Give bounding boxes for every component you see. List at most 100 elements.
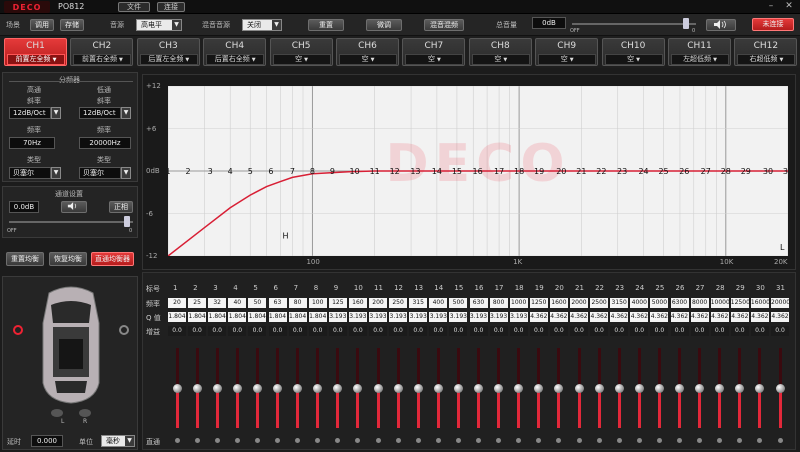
band-freq-input[interactable]: 4000 <box>630 298 649 308</box>
band-q-input[interactable]: 1.804 <box>168 312 186 322</box>
band-fader-knob[interactable] <box>574 383 584 393</box>
band-freq-input[interactable]: 32 <box>208 298 227 308</box>
lp-freq-input[interactable]: 20000Hz <box>79 137 131 149</box>
band-bypass-toggle[interactable] <box>234 438 240 443</box>
bypass-eq-button[interactable]: 直通均衡器 <box>91 252 134 266</box>
band-marker[interactable]: 26 <box>679 167 689 176</box>
band-marker[interactable]: 19 <box>534 167 544 176</box>
band-marker[interactable]: 3 <box>208 167 213 176</box>
band-fader-knob[interactable] <box>192 383 202 393</box>
band-fader-knob[interactable] <box>675 383 684 393</box>
close-button[interactable]: ✕ <box>782 1 796 13</box>
channel-assign-select[interactable]: 空 ▼ <box>272 54 331 65</box>
mute-button[interactable] <box>706 19 736 31</box>
connection-status-button[interactable]: 未连接 <box>752 18 794 31</box>
band-gain-input[interactable]: 0.0 <box>429 326 448 336</box>
minimize-button[interactable]: – <box>764 1 778 13</box>
band-q-input[interactable]: 3.193 <box>369 312 387 322</box>
channel-assign-select[interactable]: 空 ▼ <box>471 54 530 65</box>
band-fader-knob[interactable] <box>293 383 303 393</box>
channel-assign-select[interactable]: 空 ▼ <box>405 54 464 65</box>
eq-response-plot[interactable]: DECO123456789101112131415161718192021222… <box>168 86 788 256</box>
band-gain-input[interactable]: 0.0 <box>509 326 528 336</box>
subwoofer-right-icon[interactable] <box>79 409 91 417</box>
band-freq-input[interactable]: 400 <box>429 298 448 308</box>
band-freq-input[interactable]: 630 <box>469 298 488 308</box>
band-freq-input[interactable]: 16000 <box>750 298 770 308</box>
band-freq-input[interactable]: 5000 <box>650 298 669 308</box>
channel-tab-7[interactable]: CH7 空 ▼ <box>402 38 466 66</box>
band-fader-knob[interactable] <box>353 383 363 393</box>
band-q-input[interactable]: 1.804 <box>248 312 267 322</box>
band-fader-knob[interactable] <box>333 383 343 393</box>
band-q-input[interactable]: 1.804 <box>308 312 327 322</box>
band-gain-input[interactable]: 0.0 <box>469 326 488 336</box>
chevron-down-icon[interactable]: ▼ <box>121 167 131 179</box>
band-q-input[interactable]: 4.362 <box>650 312 669 322</box>
band-fader-knob[interactable] <box>232 383 242 393</box>
band-marker[interactable]: 5 <box>248 167 253 176</box>
band-bypass-toggle[interactable] <box>656 438 662 443</box>
save-button[interactable]: 存储 <box>60 19 84 31</box>
band-bypass-toggle[interactable] <box>174 438 180 443</box>
band-fader-knob[interactable] <box>433 383 443 393</box>
channel-tab-3[interactable]: CH3 后置左全频 ▼ <box>136 38 200 66</box>
total-volume-value[interactable]: 0dB <box>532 17 566 29</box>
band-fader-knob[interactable] <box>273 383 282 393</box>
band-fader-knob[interactable] <box>534 383 544 393</box>
band-marker[interactable]: 2 <box>185 167 190 176</box>
band-freq-input[interactable]: 1250 <box>529 298 548 308</box>
band-gain-input[interactable]: 0.0 <box>610 326 629 336</box>
band-q-input[interactable]: 4.362 <box>771 312 789 322</box>
chevron-down-icon[interactable]: ▼ <box>121 107 131 119</box>
band-q-input[interactable]: 4.362 <box>549 312 568 322</box>
band-fader-knob[interactable] <box>634 383 644 393</box>
band-freq-input[interactable]: 100 <box>308 298 327 308</box>
channel-assign-select[interactable]: 后置左全频 ▼ <box>139 54 198 65</box>
band-q-input[interactable]: 3.193 <box>348 312 367 322</box>
band-freq-input[interactable]: 80 <box>288 298 307 308</box>
channel-tab-8[interactable]: CH8 空 ▼ <box>468 38 532 66</box>
source-select[interactable]: 高电平 ▼ <box>136 19 182 31</box>
channel-assign-select[interactable]: 空 ▼ <box>339 54 397 65</box>
band-freq-input[interactable]: 1600 <box>549 298 568 308</box>
band-q-input[interactable]: 1.804 <box>288 312 307 322</box>
band-freq-input[interactable]: 1000 <box>509 298 528 308</box>
band-q-input[interactable]: 4.362 <box>730 312 749 322</box>
band-marker[interactable]: 23 <box>617 167 627 176</box>
band-q-input[interactable]: 3.193 <box>409 312 428 322</box>
band-freq-input[interactable]: 200 <box>369 298 387 308</box>
band-gain-input[interactable]: 0.0 <box>188 326 207 336</box>
volume-slider-track[interactable] <box>572 23 696 25</box>
hp-type-select[interactable]: 贝塞尔 <box>9 167 51 179</box>
band-q-input[interactable]: 3.193 <box>328 312 347 322</box>
band-freq-input[interactable]: 10000 <box>710 298 730 308</box>
band-gain-input[interactable]: 0.0 <box>228 326 247 336</box>
band-marker[interactable]: 4 <box>228 167 233 176</box>
band-q-input[interactable]: 4.362 <box>590 312 609 322</box>
channel-level-track[interactable] <box>9 221 133 223</box>
band-q-input[interactable]: 4.362 <box>570 312 588 322</box>
band-fader-knob[interactable] <box>755 383 765 393</box>
band-freq-input[interactable]: 125 <box>328 298 347 308</box>
speaker-front-left-icon[interactable] <box>13 325 23 335</box>
band-gain-input[interactable]: 0.0 <box>710 326 729 336</box>
channel-tab-11[interactable]: CH11 左超低频 ▼ <box>668 38 731 66</box>
band-bypass-toggle[interactable] <box>476 438 481 443</box>
band-bypass-toggle[interactable] <box>194 438 200 443</box>
band-gain-input[interactable]: 0.0 <box>308 326 327 336</box>
lp-type-select[interactable]: 贝塞尔 <box>79 167 121 179</box>
channel-gain-value[interactable]: 0.0dB <box>9 201 39 213</box>
band-q-input[interactable]: 4.362 <box>750 312 769 322</box>
band-fader-knob[interactable] <box>554 383 564 393</box>
lp-slope-select[interactable]: 12dB/Oct <box>79 107 121 119</box>
channel-assign-select[interactable]: 空 ▼ <box>604 54 663 65</box>
band-freq-input[interactable]: 8000 <box>690 298 709 308</box>
fine-tune-button[interactable]: 微调 <box>366 19 402 31</box>
band-q-input[interactable]: 4.362 <box>670 312 689 322</box>
band-fader-knob[interactable] <box>494 383 504 393</box>
band-gain-input[interactable]: 0.0 <box>328 326 347 336</box>
reset-eq-button[interactable]: 重置均衡 <box>6 252 44 266</box>
band-freq-input[interactable]: 50 <box>248 298 267 308</box>
band-gain-input[interactable]: 0.0 <box>288 326 307 336</box>
